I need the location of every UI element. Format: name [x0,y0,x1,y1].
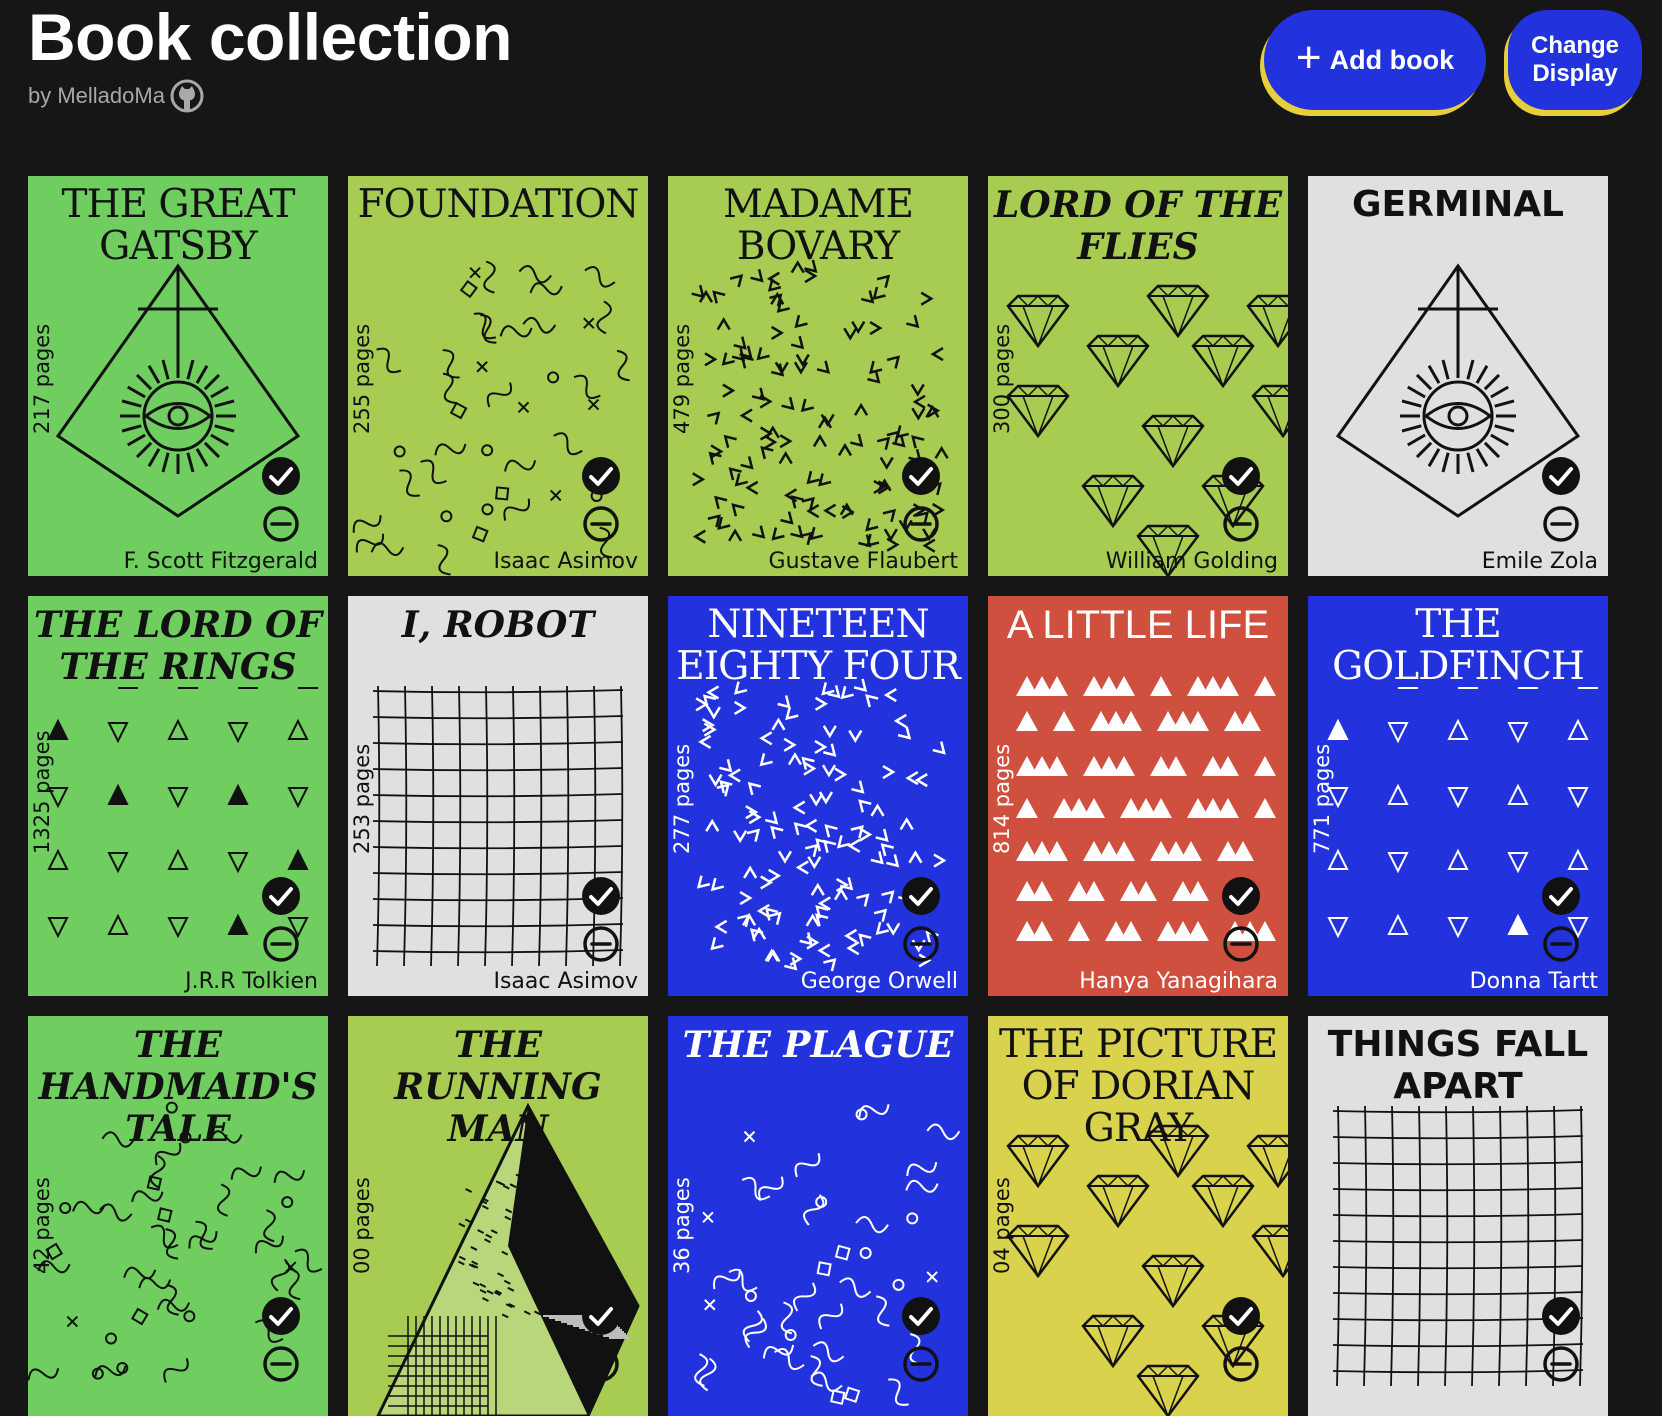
book-title: NINETEEN EIGHTY FOUR [676,602,960,689]
book-title: THE PLAGUE [682,1024,954,1066]
book-title: FOUNDATION [357,182,640,227]
book-author: Hanya Yanagihara [1079,969,1278,994]
book-title: THE LORD OF THE RINGS [33,604,323,688]
page-count: 479 pages [670,323,694,434]
book-author: Gustave Flaubert [768,549,958,574]
minus-circle-icon[interactable] [1221,1344,1261,1384]
book-author: William Golding [1105,549,1278,574]
book-title: THE HANDMAID'S TALE [38,1024,318,1150]
minus-circle-icon[interactable] [1541,924,1581,964]
author-credit: by MelladoMa [28,83,165,108]
book-title: THE PICTURE OF DORIAN GRAY [998,1022,1278,1151]
book-title: MADAME BOVARY [723,182,914,269]
check-circle-icon[interactable] [581,1296,621,1336]
check-circle-icon[interactable] [901,876,941,916]
page-count: 1325 pages [30,730,54,854]
change-display-button[interactable]: Change Display [1508,10,1642,110]
header: Book collection by MelladoMa + Add book … [0,0,1662,150]
page-count: 253 pages [350,743,374,854]
book-title: THE GOLDFINCH [1332,602,1585,689]
page-count: 277 pages [670,743,694,854]
check-circle-icon[interactable] [901,456,941,496]
book-author: J.R.R Tolkien [185,969,318,994]
book-author: Isaac Asimov [493,549,638,574]
book-card[interactable]: THE RUNNING MAN 00 pages [348,1016,648,1416]
check-circle-icon[interactable] [1541,456,1581,496]
book-title: I, ROBOT [401,604,595,646]
book-card[interactable]: THE HANDMAID'S TALE 42 pages [28,1016,328,1416]
book-author: George Orwell [800,969,958,994]
page-title: Book collection [28,0,512,74]
book-card[interactable]: THINGS FALL APART [1308,1016,1608,1416]
minus-circle-icon[interactable] [581,504,621,544]
book-card[interactable]: NINETEEN EIGHTY FOUR 277 pages George Orwe… [668,596,968,996]
book-card[interactable]: GERMINAL Emile Zola [1308,176,1608,576]
minus-circle-icon[interactable] [261,504,301,544]
book-card[interactable]: FOUNDATION 255 pages Isaac Asimov [348,176,648,576]
check-circle-icon[interactable] [1221,1296,1261,1336]
book-card[interactable]: THE PLAGUE 36 pages [668,1016,968,1416]
book-card[interactable]: A LITTLE LIFE 814 pages Hanya Yanagihara [988,596,1288,996]
book-card[interactable]: THE PICTURE OF DORIAN GRAY 04 pages [988,1016,1288,1416]
add-book-button[interactable]: + Add book [1264,10,1486,110]
minus-circle-icon[interactable] [581,924,621,964]
byline[interactable]: by MelladoMa [28,78,205,114]
plus-icon: + [1295,33,1322,82]
page-count: 42 pages [30,1177,54,1274]
page-count: 217 pages [30,323,54,434]
book-title: THINGS FALL APART [1327,1024,1589,1107]
book-author: Isaac Asimov [493,969,638,994]
minus-circle-icon[interactable] [261,924,301,964]
add-book-label: Add book [1329,44,1455,75]
book-title: A LITTLE LIFE [1006,603,1270,647]
check-circle-icon[interactable] [1541,1296,1581,1336]
minus-circle-icon[interactable] [1221,504,1261,544]
check-circle-icon[interactable] [581,456,621,496]
book-card[interactable]: THE GREAT GATSBY 217 pages F. Scott Fitzge… [28,176,328,576]
book-author: F. Scott Fitzgerald [123,549,318,574]
check-circle-icon[interactable] [261,1296,301,1336]
check-circle-icon[interactable] [581,876,621,916]
minus-circle-icon[interactable] [261,1344,301,1384]
check-circle-icon[interactable] [1541,876,1581,916]
page-count: 36 pages [670,1177,694,1274]
book-author: Donna Tartt [1469,969,1598,994]
book-title: GERMINAL [1351,184,1564,225]
minus-circle-icon[interactable] [901,504,941,544]
page-count: 04 pages [990,1177,1014,1274]
page-count: 255 pages [350,323,374,434]
check-circle-icon[interactable] [1221,876,1261,916]
check-circle-icon[interactable] [261,876,301,916]
book-card[interactable]: I, ROBOT 253 pages Isaac Asimov [348,596,648,996]
check-circle-icon[interactable] [901,1296,941,1336]
check-circle-icon[interactable] [261,456,301,496]
minus-circle-icon[interactable] [581,1344,621,1384]
page-count: 00 pages [350,1177,374,1274]
minus-circle-icon[interactable] [901,924,941,964]
minus-circle-icon[interactable] [1541,504,1581,544]
minus-circle-icon[interactable] [901,1344,941,1384]
book-author: Emile Zola [1481,549,1598,574]
minus-circle-icon[interactable] [1541,1344,1581,1384]
page-count: 300 pages [990,323,1014,434]
book-grid: THE GREAT GATSBY 217 pages F. Scott Fitzge… [28,176,1608,1416]
check-circle-icon[interactable] [1221,456,1261,496]
book-title: THE RUNNING MAN [394,1024,602,1150]
book-card[interactable]: THE LORD OF THE RINGS 1325 pages J.R.R Tol… [28,596,328,996]
minus-circle-icon[interactable] [1221,924,1261,964]
page-count: 771 pages [1310,743,1334,854]
book-card[interactable]: THE GOLDFINCH 771 pages Donna Tartt [1308,596,1608,996]
github-icon[interactable] [169,78,205,114]
book-card[interactable]: LORD OF THE FLIES 300 pages William Goldin… [988,176,1288,576]
book-title: LORD OF THE FLIES [993,184,1283,268]
book-card[interactable]: MADAME BOVARY 479 pages Gustave Flaubert [668,176,968,576]
page-count: 814 pages [990,743,1014,854]
book-title: THE GREAT GATSBY [61,182,296,269]
